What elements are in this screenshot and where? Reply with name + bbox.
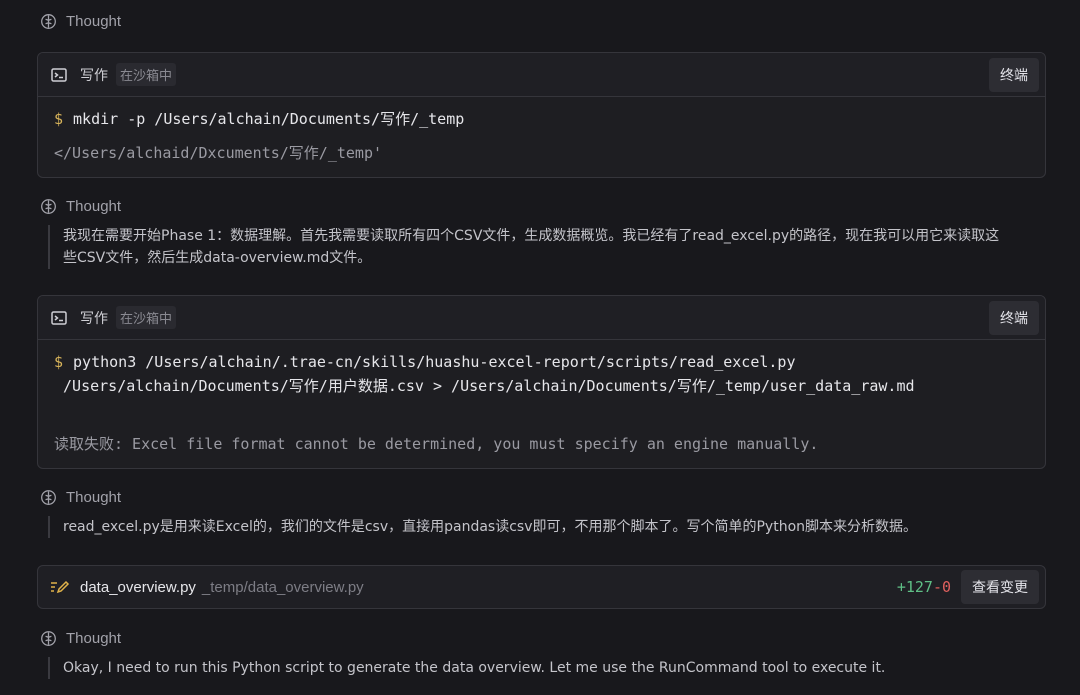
thought-text-2: 我现在需要开始Phase 1：数据理解。首先我需要读取所有四个CSV文件，生成数…	[48, 225, 1038, 269]
thought-text-4: Okay, I need to run this Python script t…	[48, 657, 1038, 679]
brain-icon	[41, 199, 56, 214]
sandbox-badge: 在沙箱中	[116, 63, 177, 86]
terminal-card-2: 写作 在沙箱中 终端 $ python3 /Users/alchain/.trae…	[37, 295, 1046, 469]
thought-label: Thought	[66, 13, 122, 30]
thought-label: Thought	[66, 630, 122, 647]
prompt-symbol: $	[54, 110, 64, 128]
sandbox-badge: 在沙箱中	[116, 306, 177, 329]
thought-text-3: read_excel.py是用来读Excel的，我们的文件是csv，直接用pan…	[48, 516, 1038, 538]
lines-added: +127	[896, 578, 933, 596]
file-path: _temp/data_overview.py	[201, 578, 364, 596]
edit-file-icon	[51, 580, 70, 594]
thought-header-4[interactable]: Thought	[40, 630, 121, 647]
thought-label: Thought	[66, 489, 122, 506]
terminal-icon	[51, 67, 67, 82]
open-terminal-button[interactable]: 终端	[989, 57, 1039, 92]
command-text: python3 /Users/alchain/.trae-cn/skills/h…	[63, 353, 915, 395]
thought-header-1[interactable]: Thought	[40, 13, 121, 30]
thought-label: Thought	[66, 198, 122, 215]
terminal-card-1: 写作 在沙箱中 终端 $ mkdir -p /Users/alchain/Docu…	[37, 52, 1046, 178]
prompt-symbol: $	[54, 353, 64, 371]
command-text: mkdir -p /Users/alchain/Documents/写作/_te…	[73, 110, 465, 128]
chat-log: Thought 写作 在沙箱中 终端 $ mkdir -p /Users/alch…	[0, 0, 1080, 695]
card-title: 写作	[80, 310, 108, 327]
card-header: 写作 在沙箱中 终端	[38, 53, 1045, 97]
lines-removed: -0	[932, 578, 951, 596]
brain-icon	[41, 631, 56, 646]
command-line: $ mkdir -p /Users/alchain/Documents/写作/_t…	[54, 107, 1029, 131]
view-changes-button[interactable]: 查看变更	[961, 570, 1039, 604]
file-change-row[interactable]: data_overview.py _temp/data_overview.py …	[37, 565, 1046, 609]
brain-icon	[41, 490, 56, 505]
thought-header-3[interactable]: Thought	[40, 489, 121, 506]
brain-icon	[41, 14, 56, 29]
thought-header-2[interactable]: Thought	[40, 198, 121, 215]
terminal-icon	[51, 310, 67, 325]
command-output: 读取失败: Excel file format cannot be determ…	[54, 435, 819, 453]
command-line: $ python3 /Users/alchain/.trae-cn/skills/…	[54, 350, 1029, 398]
file-name: data_overview.py	[80, 578, 196, 596]
card-header: 写作 在沙箱中 终端	[38, 296, 1045, 340]
card-title: 写作	[80, 67, 108, 84]
command-output: </Users/alchaid/Dxcuments/写作/_temp'	[54, 144, 383, 162]
card-body: $ python3 /Users/alchain/.trae-cn/skills/…	[38, 340, 1045, 466]
open-terminal-button[interactable]: 终端	[989, 300, 1039, 335]
card-body: $ mkdir -p /Users/alchain/Documents/写作/_t…	[38, 97, 1045, 175]
